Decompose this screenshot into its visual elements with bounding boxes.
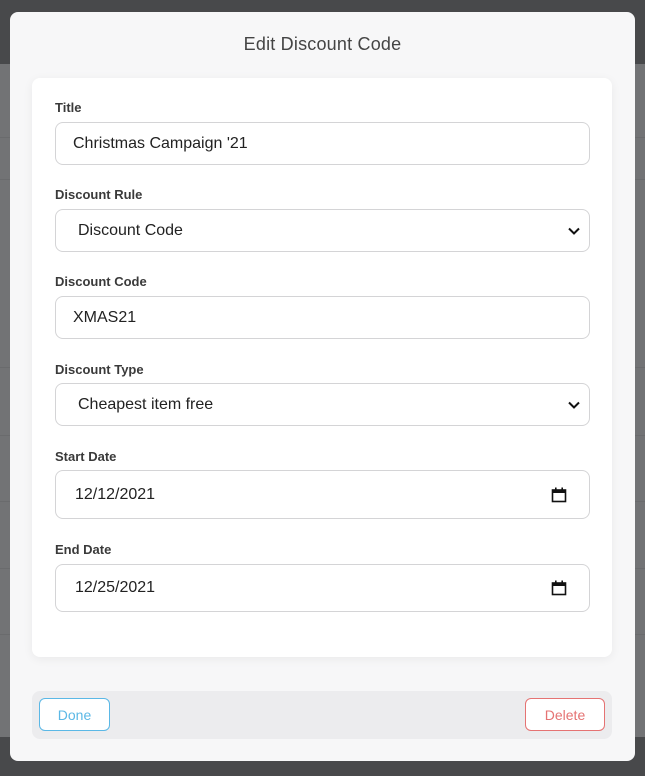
start-date-value: 12/12/2021 [75,485,156,503]
start-date-label: Start Date [55,449,117,464]
end-date-label: End Date [55,542,112,557]
edit-discount-modal: Edit Discount Code Title Christmas Campa… [10,12,635,761]
title-label: Title [55,100,82,115]
discount-code-label: Discount Code [55,274,147,289]
calendar-icon[interactable] [551,487,567,503]
discount-type-label: Discount Type [55,362,144,377]
end-date-value: 12/25/2021 [75,579,156,596]
title-input[interactable]: Christmas Campaign '21 [55,122,590,165]
delete-button[interactable]: Delete [525,698,605,731]
title-value: Christmas Campaign '21 [73,134,248,152]
discount-rule-select[interactable]: Discount Code [55,209,590,252]
discount-rule-value: Discount Code [78,221,183,239]
modal-footer: Done Delete [32,691,612,739]
discount-type-select[interactable]: Cheapest item free [55,383,590,426]
discount-rule-label: Discount Rule [55,187,143,202]
discount-code-value: XMAS21 [73,308,137,326]
discount-type-value: Cheapest item free [78,395,214,413]
chevron-down-icon [568,401,580,409]
chevron-down-icon [568,227,580,235]
modal-title: Edit Discount Code [243,34,402,54]
calendar-icon[interactable] [551,580,567,596]
end-date-input[interactable]: 12/25/2021 [55,564,590,612]
form-card: Title Christmas Campaign '21 Discount Ru… [32,78,612,657]
done-button[interactable]: Done [39,698,110,731]
discount-code-input[interactable]: XMAS21 [55,296,590,339]
start-date-input[interactable]: 12/12/2021 [55,470,590,519]
